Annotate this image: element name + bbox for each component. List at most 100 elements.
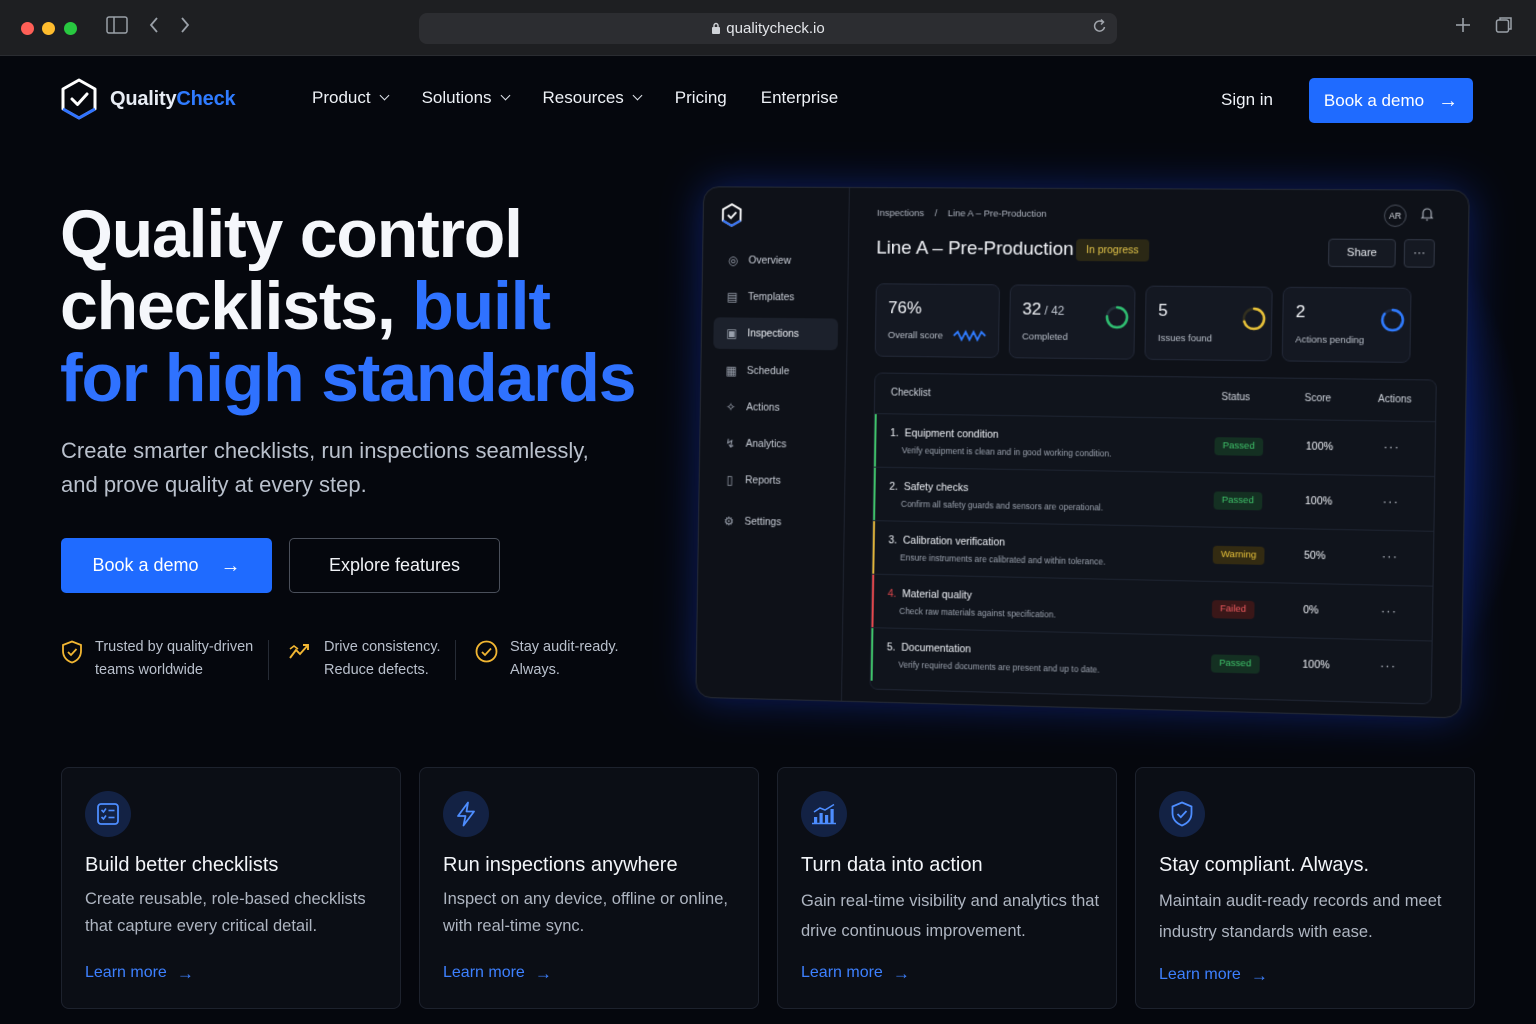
status-bar	[873, 414, 877, 467]
row-description: Verify required documents are present an…	[898, 659, 1100, 675]
breadcrumb-current: Line A – Pre-Production	[947, 208, 1047, 220]
sidebar-item-schedule[interactable]: ▦ Schedule	[713, 355, 838, 388]
avatar[interactable]: AR	[1383, 204, 1407, 227]
sidebar-label: Overview	[748, 254, 792, 267]
kpi-value-total: / 42	[1041, 303, 1065, 318]
hero-subtitle: Create smarter checklists, run inspectio…	[61, 438, 589, 497]
progress-ring	[1241, 306, 1268, 332]
status-bar	[873, 467, 876, 521]
arrow-right-icon: →	[534, 963, 552, 983]
back-icon[interactable]	[148, 16, 160, 40]
sidebar-item-analytics[interactable]: ↯ Analytics	[712, 428, 837, 462]
hero-title: Quality control checklists, built for hi…	[60, 198, 680, 414]
progress-ring	[1104, 304, 1130, 330]
lock-icon	[712, 22, 721, 34]
new-tab-icon[interactable]	[1454, 16, 1472, 40]
column-header-status: Status	[1221, 391, 1251, 404]
close-window-button[interactable]	[21, 22, 34, 35]
sidebar-item-overview[interactable]: ◎ Overview	[714, 244, 839, 277]
status-bar	[872, 521, 876, 574]
nav-pricing-label: Pricing	[674, 88, 727, 107]
learn-more-link[interactable]: Learn more →	[443, 964, 552, 982]
row-number: 2.	[889, 480, 899, 493]
table-row[interactable]: 1. Equipment condition Verify equipment i…	[873, 413, 1436, 476]
row-actions-menu[interactable]: ···	[1381, 603, 1398, 619]
feature-title: Stay compliant. Always.	[1159, 854, 1370, 876]
more-options-button[interactable]: ···	[1403, 239, 1435, 268]
browser-chrome: qualitycheck.io	[0, 0, 1536, 56]
reports-icon: ▯	[726, 473, 733, 487]
nav-resources[interactable]: Resources	[543, 88, 643, 108]
brand-name-part1: Quality	[110, 87, 177, 110]
share-button[interactable]: Share	[1327, 238, 1396, 268]
arrow-right-icon: →	[1250, 965, 1268, 985]
kpi-label: Completed	[1021, 331, 1068, 343]
learn-more-link[interactable]: Learn more →	[85, 964, 194, 982]
minimize-window-button[interactable]	[42, 22, 55, 35]
sidebar-item-reports[interactable]: ▯ Reports	[711, 464, 836, 498]
shield-check-icon	[1159, 791, 1205, 837]
forward-icon[interactable]	[179, 16, 191, 40]
nav-solutions[interactable]: Solutions	[422, 88, 510, 108]
sidebar-item-templates[interactable]: ▤ Templates	[714, 281, 839, 314]
sidebar-label: Actions	[746, 401, 780, 414]
hero-title-line1: Quality control	[60, 196, 523, 272]
dashboard-preview: ◎ Overview ▤ Templates ▣ Inspections ▦ Sched…	[695, 186, 1470, 719]
nav-book-demo-button[interactable]: Book a demo →	[1309, 78, 1473, 123]
row-name: Safety checks	[903, 481, 969, 495]
learn-more-label: Learn more	[85, 964, 167, 981]
status-bar	[871, 574, 875, 628]
logo-icon	[61, 78, 97, 120]
kpi-value: 5	[1158, 300, 1168, 320]
feature-description: Maintain audit-ready records and meet in…	[1159, 892, 1442, 941]
breadcrumb-root[interactable]: Inspections	[877, 208, 924, 219]
kpi-issues-found: 5 Issues found	[1144, 285, 1273, 362]
row-actions-menu[interactable]: ···	[1382, 493, 1399, 508]
main-nav: Product Solutions Resources Pricing Ente…	[312, 88, 872, 108]
nav-pricing[interactable]: Pricing	[675, 88, 727, 108]
arrow-right-icon: →	[892, 963, 910, 983]
maximize-window-button[interactable]	[64, 22, 77, 35]
nav-enterprise-label: Enterprise	[760, 88, 839, 107]
row-actions-menu[interactable]: ···	[1383, 439, 1400, 454]
trend-up-icon	[289, 644, 309, 659]
row-score: 0%	[1303, 604, 1319, 617]
kpi-value-main: 32	[1022, 299, 1042, 319]
learn-more-link[interactable]: Learn more →	[801, 964, 910, 982]
sign-in-link[interactable]: Sign in	[1221, 90, 1273, 110]
bell-icon[interactable]	[1421, 207, 1434, 224]
kpi-overall-score: 76% Overall score	[874, 283, 1001, 359]
row-actions-menu[interactable]: ···	[1382, 548, 1399, 564]
status-badge: Failed	[1211, 600, 1255, 620]
address-bar[interactable]: qualitycheck.io	[419, 13, 1117, 44]
reload-icon[interactable]	[1093, 18, 1107, 39]
sidebar-toggle-icon[interactable]	[106, 16, 128, 40]
hero-title-line2: checklists,	[60, 268, 413, 344]
sidebar-item-actions[interactable]: ✧ Actions	[712, 391, 837, 424]
tab-overview-icon[interactable]	[1495, 16, 1513, 40]
sidebar-item-inspections[interactable]: ▣ Inspections	[713, 317, 839, 351]
column-header-score: Score	[1304, 393, 1332, 405]
explore-features-button[interactable]: Explore features	[289, 538, 500, 593]
trust-text: Reduce defects.	[324, 662, 429, 678]
row-number: 4.	[887, 587, 897, 600]
calendar-icon: ▦	[725, 363, 737, 378]
row-title: 1. Equipment condition	[890, 427, 999, 441]
row-score: 100%	[1305, 440, 1334, 454]
status-badge: Passed	[1213, 491, 1263, 511]
nav-enterprise[interactable]: Enterprise	[761, 88, 838, 108]
learn-more-link[interactable]: Learn more →	[1159, 966, 1268, 984]
lightning-icon	[443, 791, 489, 837]
row-score: 50%	[1303, 549, 1326, 563]
arrow-right-icon: →	[1438, 89, 1459, 112]
overview-icon: ◎	[727, 253, 739, 268]
status-badge: Passed	[1210, 654, 1260, 674]
brand-logo[interactable]: QualityCheck	[60, 78, 236, 120]
row-actions-menu[interactable]: ···	[1380, 657, 1397, 673]
nav-product[interactable]: Product	[312, 88, 390, 108]
row-name: Material quality	[902, 588, 972, 602]
hero-book-demo-button[interactable]: Book a demo →	[61, 538, 272, 593]
sidebar-item-settings[interactable]: ⚙ Settings	[710, 505, 835, 539]
row-number: 1.	[890, 427, 899, 440]
kpi-value: 76%	[888, 298, 922, 318]
